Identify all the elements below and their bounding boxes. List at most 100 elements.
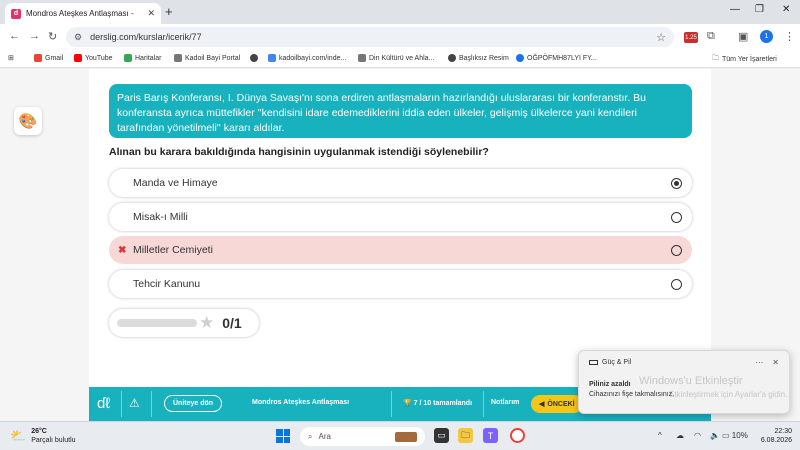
option-label: Tehcir Kanunu (133, 278, 201, 290)
bookmark-kadoilbayi[interactable]: kadoilbayi.com/inde... (268, 54, 346, 62)
lesson-title: Mondros Ateşkes Antlaşması (252, 399, 350, 406)
reload-icon[interactable]: ↻ (48, 30, 57, 43)
weather-widget[interactable]: ⛅ 26°C Parçalı bulutlu (10, 427, 76, 445)
bookmark-gmail[interactable]: Gmail (34, 54, 63, 62)
site-info-icon[interactable]: ⚙ (74, 32, 82, 43)
lesson-progress: 🏆 7 / 10 tamamlandı (403, 400, 473, 407)
apps-icon[interactable]: ⊞ (8, 54, 14, 62)
wifi-icon[interactable]: ◠ (694, 431, 701, 440)
radio-icon[interactable] (671, 211, 682, 223)
maximize-icon[interactable]: ❐ (755, 4, 764, 15)
weather-desc: Parçalı bulutlu (31, 437, 76, 444)
bookmark-youtube[interactable]: YouTube (74, 54, 113, 62)
sidepanel-icon[interactable]: ▣ (738, 30, 748, 43)
address-bar-row: ← → ↻ ⚙ derslig.com/kurslar/icerik/77 ☆ … (0, 24, 800, 50)
menu-icon[interactable]: ⋮ (784, 30, 795, 43)
kadoilbayi-icon (268, 54, 276, 62)
extension-badge[interactable]: 1.25 (684, 32, 698, 43)
score-progress-bar (117, 319, 197, 327)
maps-icon (124, 54, 132, 62)
bookmark-maps[interactable]: Haritalar (124, 54, 161, 62)
back-icon[interactable]: ← (9, 30, 20, 42)
clock-time: 22:30 (774, 428, 792, 435)
option-4[interactable]: Tehcir Kanunu (109, 270, 692, 298)
cloud-icon[interactable]: ☁ (676, 431, 684, 440)
trophy-icon: 🏆 (403, 400, 412, 407)
teams-icon[interactable]: T (483, 428, 498, 443)
browser-tab[interactable]: d Mondros Ateşkes Antlaşması - ✕ (5, 3, 161, 24)
tray-chevron-icon[interactable]: ^ (658, 431, 662, 440)
battery-tray-icon: ▭ (722, 431, 730, 440)
taskbar-search[interactable]: ⌕ Ara (300, 427, 425, 446)
option-2[interactable]: Misak-ı Milli (109, 203, 692, 231)
divider (121, 391, 122, 417)
back-to-unit-button[interactable]: Üniteye dön (164, 395, 223, 412)
notification-body: Cihazınızı fişe takmalısınız. (589, 391, 675, 398)
forward-icon[interactable]: → (29, 30, 40, 42)
star-icon: ★ (199, 313, 215, 332)
radio-icon[interactable] (671, 244, 682, 256)
search-icon: ⌕ (308, 431, 313, 441)
weather-temp: 26°C (31, 428, 47, 435)
bookmark-kadoil-portal[interactable]: Kadoil Bayi Portal (174, 54, 240, 62)
palette-button[interactable]: 🎨 (14, 107, 42, 135)
divider (391, 391, 392, 417)
score-progress-fill (117, 319, 197, 327)
new-tab-icon[interactable]: + (165, 4, 173, 19)
warning-icon[interactable]: ⚠ (129, 396, 140, 410)
gmail-icon (34, 54, 42, 62)
bookmark-basliksiz-resim[interactable]: Başlıksız Resim (448, 54, 509, 62)
notes-link[interactable]: Notlarım (491, 399, 519, 406)
volume-icon[interactable]: 🔈 (710, 431, 720, 440)
file-explorer-icon[interactable]: 🗀 (458, 428, 473, 443)
bookmark-all[interactable]: 🗀 Tüm Yer İşaretleri (712, 54, 777, 65)
globe-icon (448, 54, 456, 62)
palette-icon: 🎨 (18, 113, 38, 130)
clock[interactable]: 22:30 6.08.2026 (752, 427, 792, 445)
page-icon (358, 54, 366, 62)
partly-cloudy-icon: ⛅ (10, 428, 27, 443)
folder-icon: 🗀 (712, 55, 719, 62)
tab-favicon: d (11, 8, 21, 19)
bookmark-globe[interactable] (250, 54, 261, 62)
activation-watermark-title: Windows'u Etkinleştir (639, 375, 743, 387)
question-text: Paris Barış Konferansı, I. Dünya Savaşı'… (109, 84, 692, 138)
site-icon (516, 54, 524, 62)
option-3[interactable]: ✖ Milletler Cemiyeti (109, 236, 692, 264)
url-input[interactable]: ⚙ derslig.com/kurslar/icerik/77 ☆ (66, 27, 674, 47)
notification-controls[interactable]: ⋯ ✕ (755, 358, 779, 367)
option-1[interactable]: Manda ve Himaye (109, 169, 692, 197)
battery-icon (589, 360, 598, 365)
score-text: 0/1 (222, 315, 242, 331)
extensions-icon[interactable]: ⧉ (707, 30, 715, 43)
battery-tray[interactable]: ▭ 10% (722, 431, 748, 440)
divider (151, 391, 152, 417)
kadoil-icon (174, 54, 182, 62)
close-window-icon[interactable]: ✕ (782, 4, 790, 15)
start-button[interactable] (276, 429, 290, 443)
previous-button[interactable]: ◀ ÖNCEKİ (531, 395, 583, 413)
minimize-icon[interactable]: — (730, 4, 740, 15)
clock-date: 6.08.2026 (760, 437, 792, 444)
globe-icon (250, 54, 258, 62)
tab-close-icon[interactable]: ✕ (147, 8, 155, 19)
task-view-icon[interactable]: ▭ (434, 428, 449, 443)
bookmark-din-kulturu[interactable]: Din Kültürü ve Ahla... (358, 54, 434, 62)
bookmark-ogpof[interactable]: OĞPÖFMH87LYI FY... (516, 54, 597, 62)
tab-title: Mondros Ateşkes Antlaşması - (26, 9, 134, 18)
option-label: Misak-ı Milli (133, 211, 188, 223)
profile-avatar[interactable]: 1 (760, 30, 773, 43)
search-highlight-image (395, 431, 417, 442)
chrome-icon[interactable] (510, 428, 525, 443)
radio-selected-icon[interactable] (671, 177, 682, 189)
question-prompt: Alınan bu karara bakıldığında hangisinin… (109, 146, 489, 158)
browser-tab-bar: d Mondros Ateşkes Antlaşması - ✕ + — ❐ ✕ (0, 0, 800, 24)
radio-icon[interactable] (671, 278, 682, 290)
battery-notification[interactable]: Güç & Pil ⋯ ✕ Windows'u Etkinleştir Etki… (578, 350, 790, 414)
derslig-logo-icon[interactable]: ɗℓ (97, 395, 110, 412)
bookmark-star-icon[interactable]: ☆ (656, 31, 666, 44)
taskbar: ⛅ 26°C Parçalı bulutlu ⌕ Ara ▭ 🗀 T ^ ☁ ◠… (0, 421, 800, 450)
chevron-left-icon: ◀ (539, 401, 545, 408)
bookmarks-bar: ⊞ Gmail YouTube Haritalar Kadoil Bayi Po… (0, 50, 800, 68)
divider (483, 391, 484, 417)
